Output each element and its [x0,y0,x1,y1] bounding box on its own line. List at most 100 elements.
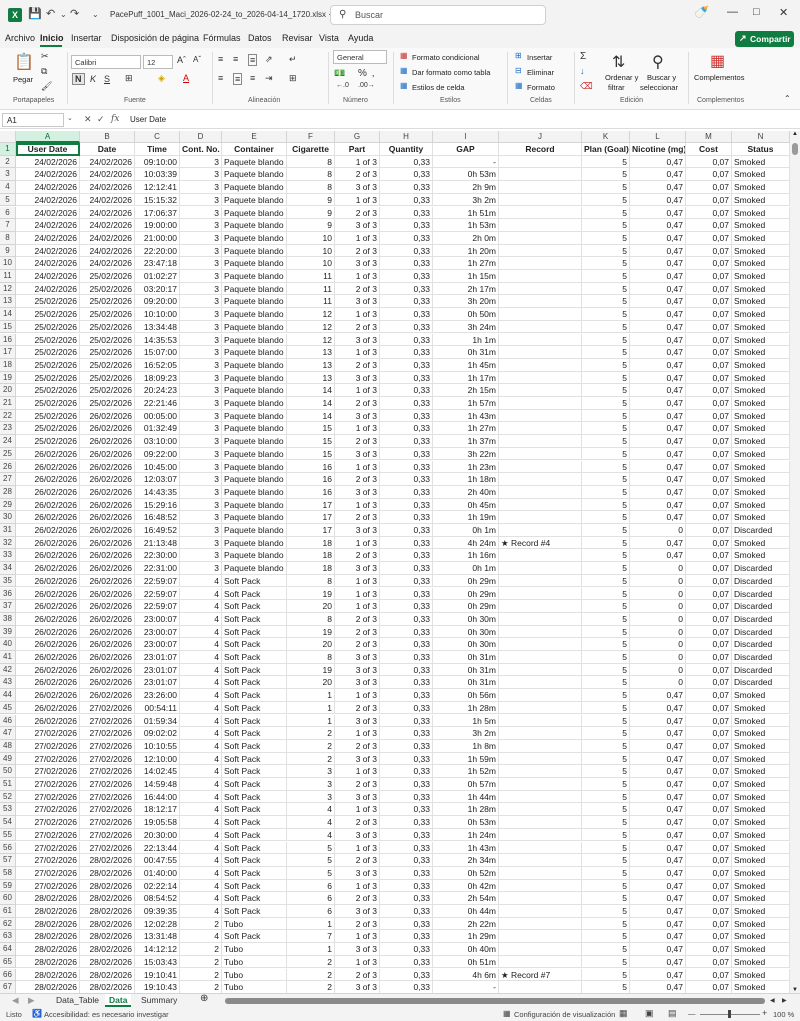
table-cell[interactable]: 16:52:05 [135,358,180,372]
table-cell[interactable]: 02:22:14 [135,879,180,893]
table-cell[interactable]: 27/02/2026 [80,765,135,778]
table-cell[interactable]: 25/02/2026 [80,270,135,283]
table-cell[interactable]: Soft Pack [222,930,287,944]
table-cell[interactable]: 0,07 [686,346,732,359]
decrease-decimal-icon[interactable]: .00→ [358,82,375,89]
table-cell[interactable]: 4 [180,828,222,842]
table-cell[interactable]: 0,07 [686,333,732,347]
table-cell[interactable] [499,511,582,524]
table-cell[interactable]: 0,07 [686,409,732,423]
table-cell[interactable]: Paquete blando [222,409,287,423]
table-cell[interactable]: 0,33 [380,371,433,385]
row-header[interactable]: 16 [0,333,16,347]
table-cell[interactable]: 0,07 [686,714,732,728]
table-cell[interactable]: Smoked [732,435,790,448]
row-header[interactable]: 22 [0,409,16,423]
table-cell[interactable]: 3 of 3 [335,181,380,194]
table-cell[interactable]: 0,07 [686,485,732,499]
table-cell[interactable] [499,714,582,728]
table-cell[interactable]: 5 [582,905,630,918]
table-cell[interactable]: 27/02/2026 [80,803,135,817]
indent-icon[interactable]: ⇥ [265,73,273,84]
table-cell[interactable]: 1h 57m [433,397,499,410]
table-cell[interactable]: 0,07 [686,676,732,690]
table-cell[interactable]: 26/02/2026 [80,511,135,524]
table-cell[interactable]: 2 of 3 [335,917,380,931]
table-cell[interactable]: 3 [180,460,222,474]
table-cell[interactable]: 26/02/2026 [16,447,80,461]
table-cell[interactable]: 5 [582,333,630,347]
table-cell[interactable]: 26/02/2026 [16,651,80,664]
table-cell[interactable]: Smoked [732,206,790,220]
table-cell[interactable]: Smoked [732,498,790,512]
table-cell[interactable]: Soft Pack [222,625,287,639]
table-cell[interactable]: 0,33 [380,689,433,702]
table-cell[interactable] [499,270,582,283]
table-cell[interactable]: 2 [180,917,222,931]
table-cell[interactable]: 2 of 3 [335,473,380,486]
row-header[interactable]: 53 [0,803,16,817]
table-cell[interactable]: 1 of 3 [335,574,380,588]
table-cell[interactable]: 1 of 3 [335,765,380,778]
table-cell[interactable]: Paquete blando [222,181,287,194]
table-cell[interactable]: 28/02/2026 [80,943,135,956]
table-cell[interactable]: 03:10:00 [135,435,180,448]
header-cell[interactable]: Part [335,143,380,156]
header-cell[interactable]: Record [499,143,582,156]
table-cell[interactable]: 1h 23m [433,460,499,474]
row-header[interactable]: 9 [0,244,16,258]
row-header[interactable]: 18 [0,358,16,372]
table-cell[interactable]: 0,47 [630,320,686,334]
table-cell[interactable]: 0,47 [630,739,686,753]
table-cell[interactable]: 2 of 3 [335,612,380,626]
table-cell[interactable]: 25/02/2026 [16,435,80,448]
table-cell[interactable]: 0,07 [686,524,732,537]
table-cell[interactable]: 4 [180,600,222,613]
undo-dropdown-icon[interactable]: ⌄ [60,10,67,19]
table-cell[interactable]: 5 [582,282,630,296]
redo-icon[interactable]: ↷ [70,7,79,20]
table-cell[interactable]: 1 [287,943,335,956]
table-cell[interactable]: 13 [287,371,335,385]
table-cell[interactable]: 6 [287,879,335,893]
table-cell[interactable]: 26/02/2026 [16,473,80,486]
table-cell[interactable]: Discarded [732,625,790,639]
table-cell[interactable]: 8 [287,155,335,169]
table-cell[interactable]: 24/02/2026 [16,193,80,207]
tab-datos[interactable]: Datos [248,33,272,43]
table-cell[interactable]: 4 [180,714,222,728]
table-cell[interactable]: 0,33 [380,790,433,804]
row-header[interactable]: 47 [0,727,16,740]
table-cell[interactable]: 0,33 [380,308,433,321]
table-cell[interactable]: 12 [287,308,335,321]
table-cell[interactable]: 5 [582,295,630,309]
table-cell[interactable]: Smoked [732,841,790,855]
table-cell[interactable]: Discarded [732,663,790,677]
table-cell[interactable]: 18 [287,549,335,563]
table-cell[interactable]: 1h 27m [433,422,499,436]
table-cell[interactable]: 0,33 [380,485,433,499]
table-cell[interactable]: 14:02:45 [135,765,180,778]
table-cell[interactable]: 5 [582,854,630,867]
table-cell[interactable]: 0 [630,663,686,677]
table-cell[interactable]: 26/02/2026 [16,460,80,474]
table-cell[interactable]: 0,07 [686,828,732,842]
table-cell[interactable]: 0,07 [686,778,732,791]
table-cell[interactable]: 17 [287,524,335,537]
table-cell[interactable]: 1h 51m [433,206,499,220]
table-cell[interactable]: 0h 42m [433,879,499,893]
table-cell[interactable]: 4 [180,676,222,690]
row-header[interactable]: 26 [0,460,16,474]
table-cell[interactable]: Smoked [732,219,790,232]
table-cell[interactable]: Smoked [732,181,790,194]
table-cell[interactable]: 3h 22m [433,447,499,461]
table-cell[interactable]: 0,33 [380,460,433,474]
table-cell[interactable]: 00:05:00 [135,409,180,423]
table-cell[interactable]: 20 [287,600,335,613]
table-cell[interactable]: Soft Pack [222,828,287,842]
table-cell[interactable] [499,244,582,258]
table-cell[interactable]: 27/02/2026 [80,739,135,753]
table-cell[interactable]: 0h 53m [433,816,499,829]
row-header[interactable]: 33 [0,549,16,563]
add-sheet-icon[interactable]: ⊕ [196,992,212,1005]
